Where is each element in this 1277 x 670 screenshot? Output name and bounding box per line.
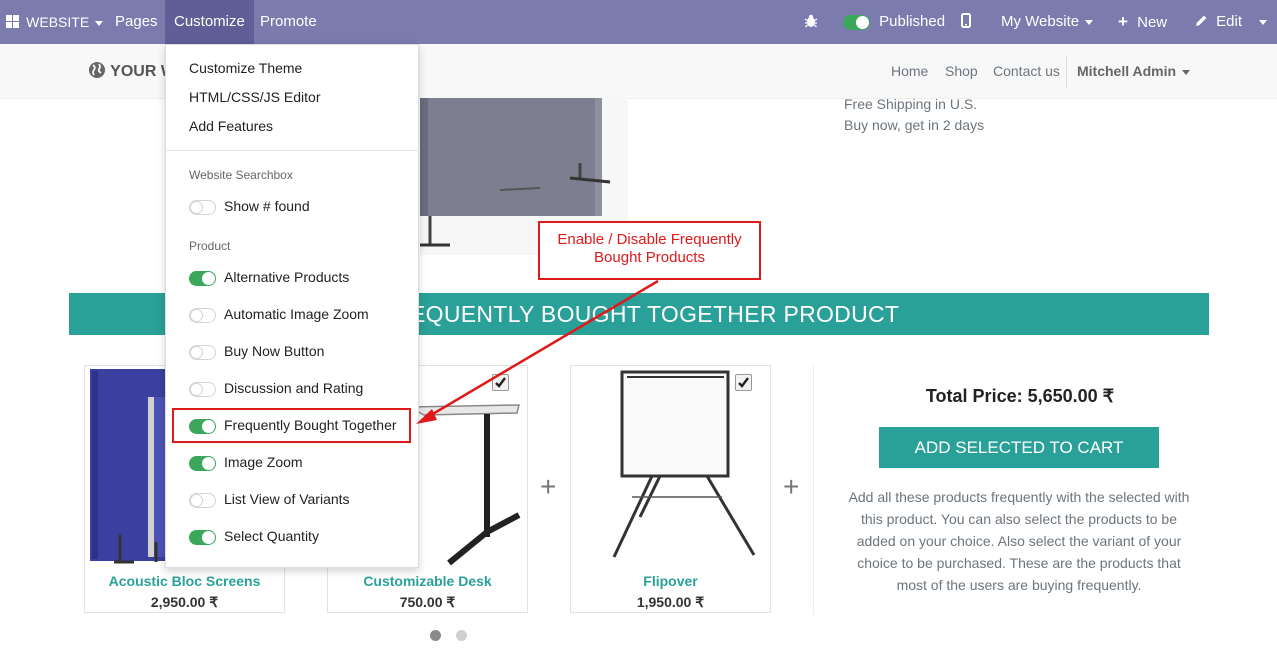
toggle-discussion-and-rating[interactable]: Discussion and Rating bbox=[189, 380, 363, 398]
toggle-list-view-of-variants[interactable]: List View of Variants bbox=[189, 491, 350, 509]
toggle-label: Alternative Products bbox=[224, 269, 350, 285]
toggle-switch[interactable] bbox=[189, 492, 216, 508]
checkmark-icon bbox=[495, 377, 506, 388]
toggle-label: Buy Now Button bbox=[224, 343, 325, 359]
app-menu-button[interactable]: WEBSITE bbox=[6, 0, 104, 44]
toggle-show-found[interactable]: Show # found bbox=[189, 198, 310, 216]
product-price: 2,950.00 ₹ bbox=[150, 594, 219, 610]
published-label: Published bbox=[879, 13, 946, 30]
product-checkbox[interactable] bbox=[735, 374, 752, 391]
toggle-label: Discussion and Rating bbox=[224, 380, 364, 396]
toggle-label: Automatic Image Zoom bbox=[224, 306, 369, 322]
toggle-alternative-products[interactable]: Alternative Products bbox=[189, 269, 349, 287]
chevron-down-icon bbox=[1182, 69, 1191, 75]
product-price: 1,950.00 ₹ bbox=[636, 594, 705, 610]
callout-line-2: Bought Products bbox=[594, 249, 705, 266]
nav-shop[interactable]: Shop bbox=[945, 63, 978, 79]
site-logo[interactable]: YOUR W bbox=[88, 61, 176, 81]
more-options-button[interactable] bbox=[1257, 0, 1277, 44]
menu-item-html-css-js-editor[interactable]: HTML/CSS/JS Editor bbox=[189, 89, 320, 105]
menu-item-customize-theme[interactable]: Customize Theme bbox=[189, 60, 302, 76]
menu-promote[interactable]: Promote bbox=[260, 0, 317, 44]
new-button[interactable]: + New bbox=[1118, 0, 1167, 44]
chevron-down-icon bbox=[95, 20, 104, 26]
delivery-info-line: Buy now, get in 2 days bbox=[844, 117, 985, 133]
product-image bbox=[572, 367, 769, 567]
nav-home[interactable]: Home bbox=[891, 63, 928, 79]
section-header-product: Product bbox=[189, 239, 231, 253]
menu-item-add-features[interactable]: Add Features bbox=[189, 118, 273, 134]
menu-divider bbox=[166, 150, 418, 151]
toggle-switch[interactable] bbox=[189, 307, 216, 323]
product-name[interactable]: Customizable Desk bbox=[328, 573, 527, 589]
toggle-buy-now-button[interactable]: Buy Now Button bbox=[189, 343, 324, 361]
menu-customize[interactable]: Customize bbox=[165, 0, 254, 44]
menu-pages[interactable]: Pages bbox=[115, 0, 158, 44]
mobile-preview-icon[interactable] bbox=[961, 0, 971, 44]
product-checkbox[interactable] bbox=[492, 374, 509, 391]
new-label: New bbox=[1137, 14, 1168, 31]
product-name[interactable]: Acoustic Bloc Screens bbox=[85, 573, 284, 589]
add-selected-to-cart-button[interactable]: ADD SELECTED TO CART bbox=[879, 427, 1159, 468]
toggle-switch[interactable] bbox=[189, 199, 216, 215]
toggle-label: Select Quantity bbox=[224, 528, 319, 544]
website-selector[interactable]: My Website bbox=[1001, 0, 1094, 44]
globe-icon bbox=[89, 62, 105, 78]
pencil-icon bbox=[1196, 15, 1207, 26]
checkmark-icon bbox=[738, 377, 749, 388]
toggle-label: Show # found bbox=[224, 198, 310, 214]
debug-bug-icon[interactable] bbox=[804, 0, 818, 44]
published-toggle-switch[interactable] bbox=[843, 14, 870, 30]
toggle-image-zoom[interactable]: Image Zoom bbox=[189, 454, 303, 472]
product-price: 750.00 ₹ bbox=[399, 594, 456, 610]
apps-grid-icon bbox=[6, 15, 19, 28]
published-toggle[interactable]: Published bbox=[843, 0, 945, 44]
product-name[interactable]: Flipover bbox=[571, 573, 770, 589]
section-divider bbox=[813, 365, 814, 615]
toggle-select-quantity[interactable]: Select Quantity bbox=[189, 528, 319, 546]
plus-icon: + bbox=[783, 471, 800, 502]
fbt-product-card[interactable]: Flipover 1,950.00 ₹ bbox=[570, 365, 771, 613]
edit-button[interactable]: Edit bbox=[1195, 0, 1242, 44]
website-selector-label: My Website bbox=[1001, 13, 1080, 30]
chevron-down-icon bbox=[1259, 19, 1267, 25]
nav-contact-us[interactable]: Contact us bbox=[993, 63, 1060, 79]
toggle-label: Image Zoom bbox=[224, 454, 303, 470]
user-menu[interactable]: Mitchell Admin bbox=[1077, 63, 1191, 79]
toggle-switch[interactable] bbox=[189, 344, 216, 360]
carousel-indicator-active[interactable] bbox=[430, 630, 441, 641]
callout-line-1: Enable / Disable Frequently bbox=[557, 231, 742, 248]
toggle-switch[interactable] bbox=[189, 529, 216, 545]
nav-divider bbox=[1066, 56, 1067, 88]
carousel-indicator[interactable] bbox=[456, 630, 467, 641]
toggle-switch[interactable] bbox=[189, 270, 216, 286]
section-header-website-searchbox: Website Searchbox bbox=[189, 168, 293, 182]
edit-label: Edit bbox=[1216, 13, 1243, 30]
user-name: Mitchell Admin bbox=[1077, 63, 1177, 79]
admin-bar: WEBSITE Pages Customize Promote Publishe… bbox=[0, 0, 1277, 44]
annotation-callout: Enable / Disable Frequently Bought Produ… bbox=[538, 221, 761, 280]
plus-icon: + bbox=[540, 471, 557, 502]
toggle-automatic-image-zoom[interactable]: Automatic Image Zoom bbox=[189, 306, 369, 324]
plus-icon: + bbox=[1118, 12, 1128, 31]
app-menu-label: WEBSITE bbox=[26, 14, 90, 30]
customize-dropdown: Customize Theme HTML/CSS/JS Editor Add F… bbox=[165, 44, 419, 568]
toggle-switch[interactable] bbox=[189, 381, 216, 397]
annotation-highlight-box bbox=[172, 408, 411, 443]
fbt-description: Add all these products frequently with t… bbox=[848, 489, 1190, 593]
toggle-switch[interactable] bbox=[189, 455, 216, 471]
chevron-down-icon bbox=[1085, 19, 1094, 25]
shipping-info-line: Free Shipping in U.S. bbox=[844, 96, 978, 112]
toggle-label: List View of Variants bbox=[224, 491, 350, 507]
total-price: Total Price: 5,650.00 ₹ bbox=[925, 386, 1115, 406]
